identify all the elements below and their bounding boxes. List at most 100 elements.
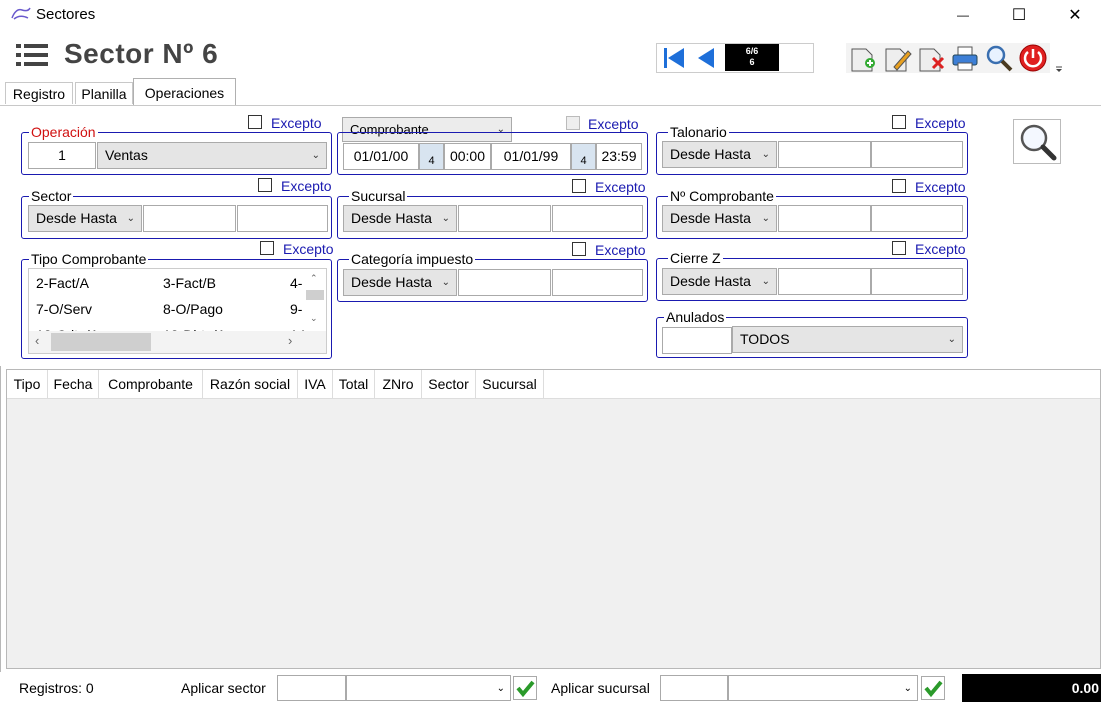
total-display: 0.00 [962,674,1101,702]
column-header-sucursal[interactable]: Sucursal [476,370,544,398]
date-to-spinner[interactable]: 4 [571,143,596,170]
operacion-excepto-checkbox[interactable] [248,115,262,129]
date-from-field[interactable]: 01/01/00 [343,143,419,170]
chevron-right-icon[interactable]: › [288,333,292,348]
search-icon [1020,124,1057,161]
sector-mode-select[interactable]: Desde Hasta ⌄ [28,205,142,232]
talonario-from-field[interactable] [778,141,871,168]
list-item[interactable]: 2-Fact/A [36,275,89,291]
nro-comprobante-to-field[interactable] [871,205,963,232]
sector-from-field[interactable] [143,205,236,232]
window-title: Sectores [36,6,96,23]
categoria-to-field[interactable] [552,269,643,296]
column-header-total[interactable]: Total [333,370,375,398]
delete-record-button[interactable] [916,43,946,73]
chevron-up-icon[interactable]: ⌃ [310,273,318,284]
close-icon: ✕ [1068,7,1082,24]
date-to-spinner-value: 4 [580,155,587,167]
exit-button[interactable] [1018,43,1048,73]
column-header-fecha[interactable]: Fecha [48,370,99,398]
tipo-comprobante-excepto-checkbox[interactable] [260,241,274,255]
column-header-razon-social[interactable]: Razón social [203,370,298,398]
first-record-button[interactable] [660,45,688,71]
menu-icon[interactable] [16,43,48,67]
time-from-field[interactable]: 00:00 [444,143,491,170]
sector-excepto-checkbox[interactable] [258,178,272,192]
aplicar-sucursal-label: Aplicar sucursal [551,680,650,696]
cierre-z-excepto-checkbox[interactable] [892,241,906,255]
chevron-left-icon[interactable]: ‹ [35,333,39,348]
sucursal-to-field[interactable] [552,205,643,232]
column-header-iva[interactable]: IVA [298,370,333,398]
search-toolbar-button[interactable] [984,43,1014,73]
time-to-field[interactable]: 23:59 [596,143,642,170]
chevron-down-icon: ⌄ [126,213,135,224]
sucursal-from-field[interactable] [458,205,551,232]
categoria-mode-value: Desde Hasta [351,274,432,290]
aplicar-sucursal-code-field[interactable] [660,675,728,701]
categoria-excepto-checkbox[interactable] [572,242,586,256]
talonario-to-field[interactable] [871,141,963,168]
nro-comprobante-mode-select[interactable]: Desde Hasta ⌄ [662,205,777,232]
operacion-select[interactable]: Ventas ⌄ [97,142,327,169]
chevron-down-icon[interactable]: ⌄ [310,313,318,324]
toolbar-overflow-icon[interactable] [1054,60,1064,72]
aplicar-sector-code-field[interactable] [277,675,346,701]
maximize-button[interactable]: ☐ [992,0,1046,30]
printer-icon [952,46,978,71]
talonario-mode-select[interactable]: Desde Hasta ⌄ [662,141,777,168]
list-item[interactable]: 3-Fact/B [163,275,216,291]
comprobante-excepto-checkbox[interactable] [566,116,580,130]
cierre-z-mode-select[interactable]: Desde Hasta ⌄ [662,268,777,295]
previous-record-button[interactable] [692,45,720,71]
nro-comprobante-label: Nº Comprobante [668,188,776,204]
column-header-tipo[interactable]: Tipo [7,370,48,398]
cierre-z-from-field[interactable] [778,268,871,295]
anulados-code-field[interactable] [662,327,732,354]
list-item[interactable]: 9- [290,301,302,317]
aplicar-sucursal-button[interactable] [921,676,945,700]
aplicar-sector-select[interactable]: ⌄ [346,675,511,701]
tab-registro[interactable]: Registro [5,82,73,104]
tipo-comprobante-list[interactable]: 2-Fact/A 3-Fact/B 4- 7-O/Serv 8-O/Pago 9… [28,268,327,354]
talonario-excepto-checkbox[interactable] [892,115,906,129]
list-item[interactable]: 7-O/Serv [36,301,92,317]
categoria-mode-select[interactable]: Desde Hasta ⌄ [343,269,457,296]
aplicar-sector-button[interactable] [513,676,537,700]
aplicar-sucursal-select[interactable]: ⌄ [728,675,918,701]
add-record-button[interactable] [848,43,878,73]
close-button[interactable]: ✕ [1048,0,1101,30]
column-header-znro[interactable]: ZNro [375,370,422,398]
sucursal-excepto-checkbox[interactable] [572,179,586,193]
cierre-z-to-field[interactable] [871,268,963,295]
sector-to-field[interactable] [237,205,328,232]
vertical-scrollbar[interactable]: ⌃ ⌄ [304,269,326,331]
edit-document-icon [885,48,912,72]
search-button[interactable] [1013,119,1061,164]
results-grid[interactable] [6,369,1101,669]
print-button[interactable] [950,43,980,73]
categoria-from-field[interactable] [458,269,551,296]
sucursal-mode-select[interactable]: Desde Hasta ⌄ [343,205,457,232]
operacion-number-field[interactable]: 1 [28,142,96,169]
tab-operaciones[interactable]: Operaciones [133,78,236,106]
anulados-select[interactable]: TODOS ⌄ [732,326,963,353]
column-header-sector[interactable]: Sector [422,370,476,398]
sector-label: Sector [29,188,74,204]
date-to-field[interactable]: 01/01/99 [491,143,571,170]
tab-divider [0,105,1101,106]
list-item[interactable]: 4- [290,275,302,291]
edit-record-button[interactable] [882,43,912,73]
tab-planilla[interactable]: Planilla [75,82,133,104]
anulados-label: Anulados [664,309,727,325]
nro-comprobante-from-field[interactable] [778,205,871,232]
date-from-spinner[interactable]: 4 [419,143,444,170]
column-header-comprobante[interactable]: Comprobante [99,370,203,398]
horizontal-scroll-thumb[interactable] [51,333,151,351]
vertical-scroll-thumb[interactable] [306,290,324,300]
list-item[interactable]: 8-O/Pago [163,301,223,317]
tipo-comprobante-label: Tipo Comprobante [29,251,149,267]
minimize-button[interactable]: — [936,0,990,30]
horizontal-scrollbar[interactable]: ‹ › [29,331,326,353]
nro-comprobante-excepto-checkbox[interactable] [892,179,906,193]
